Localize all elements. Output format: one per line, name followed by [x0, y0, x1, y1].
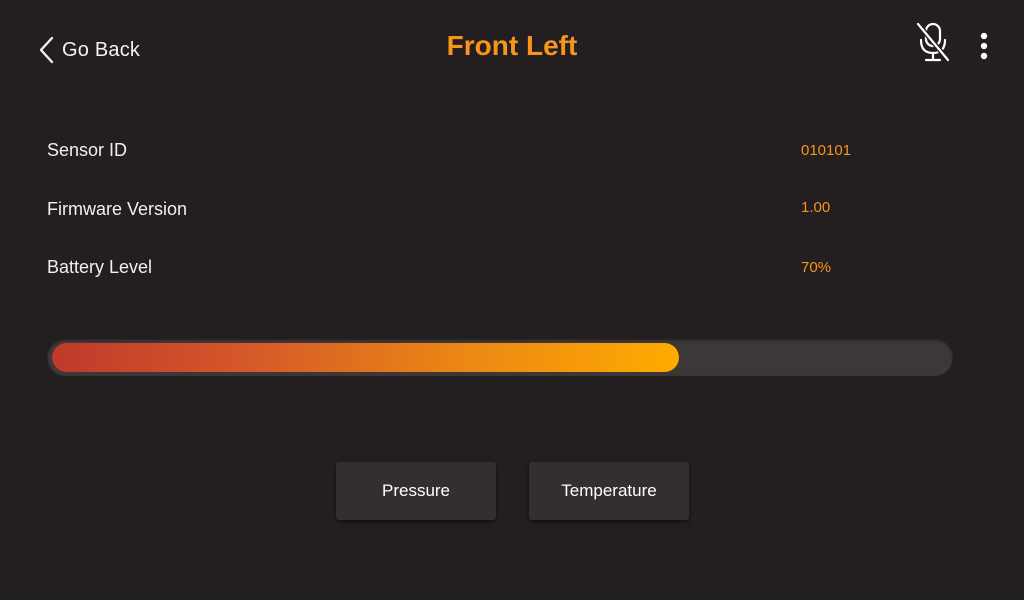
more-menu-button[interactable] — [970, 30, 998, 62]
more-vertical-icon — [970, 32, 998, 66]
battery-level-label: Battery Level — [47, 257, 153, 277]
firmware-version-value: 1.00 — [801, 199, 831, 216]
temperature-button[interactable]: Temperature — [529, 462, 689, 520]
pressure-button[interactable]: Pressure — [336, 462, 496, 520]
page-title: Front Left — [446, 30, 578, 61]
sensor-id-label: Sensor ID — [47, 140, 128, 160]
firmware-version-label: Firmware Version — [47, 199, 188, 219]
microphone-off-icon — [914, 22, 952, 70]
battery-level-value: 70% — [801, 259, 832, 276]
battery-progress-fill — [52, 343, 679, 372]
battery-progress-bar — [47, 339, 953, 376]
sensor-id-value: 010101 — [801, 142, 852, 159]
mute-button[interactable] — [914, 20, 952, 66]
